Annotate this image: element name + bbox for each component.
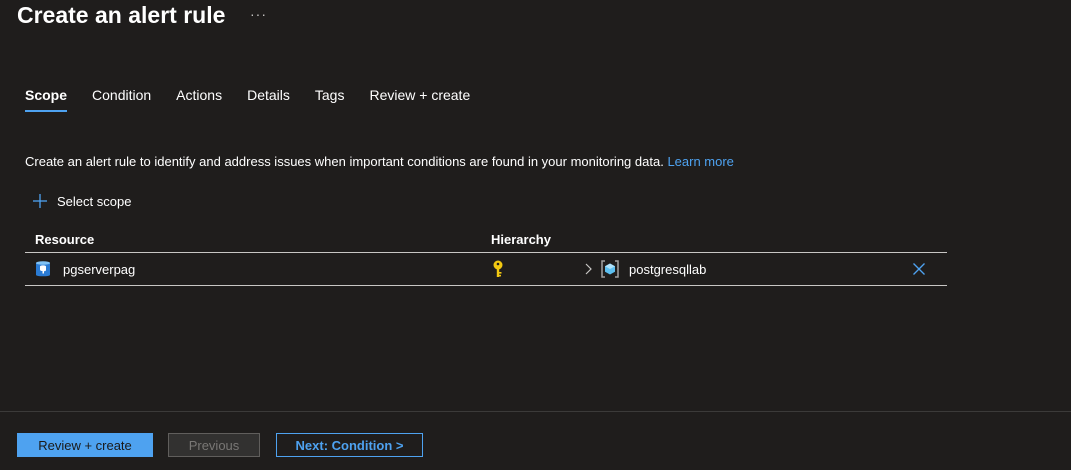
tab-details[interactable]: Details: [247, 87, 290, 112]
resource-group-name[interactable]: postgresqllab: [629, 262, 706, 277]
resource-cell: pgserverpag: [35, 260, 135, 278]
select-scope-button[interactable]: Select scope: [32, 193, 131, 209]
tab-condition[interactable]: Condition: [92, 87, 151, 112]
tab-bar: Scope Condition Actions Details Tags Rev…: [25, 87, 495, 112]
tab-tags[interactable]: Tags: [315, 87, 345, 112]
column-header-hierarchy: Hierarchy: [491, 232, 551, 247]
scope-description: Create an alert rule to identify and add…: [25, 154, 734, 169]
tab-scope[interactable]: Scope: [25, 87, 68, 112]
table-row: pgserverpag postgresqllab: [25, 253, 947, 286]
plus-icon: [33, 194, 47, 208]
learn-more-link[interactable]: Learn more: [667, 154, 733, 169]
footer-divider: [0, 411, 1071, 412]
more-options-icon[interactable]: ···: [250, 6, 267, 22]
scope-description-text: Create an alert rule to identify and add…: [25, 154, 664, 169]
scope-table: Resource Hierarchy pgserverpag postgresq…: [25, 226, 947, 286]
table-header: Resource Hierarchy: [25, 226, 947, 253]
resource-group-icon: [601, 260, 619, 278]
review-create-button[interactable]: Review + create: [17, 433, 153, 457]
tab-actions[interactable]: Actions: [176, 87, 222, 112]
chevron-right-icon: [585, 263, 592, 275]
resource-name: pgserverpag: [63, 261, 136, 277]
remove-icon[interactable]: [912, 262, 926, 276]
postgresql-server-icon: [36, 261, 50, 277]
previous-button[interactable]: Previous: [168, 433, 260, 457]
next-condition-button[interactable]: Next: Condition >: [276, 433, 423, 457]
page-title: Create an alert rule: [17, 2, 226, 28]
select-scope-label: Select scope: [57, 193, 132, 209]
hierarchy-cell: postgresqllab: [491, 260, 706, 278]
column-header-resource: Resource: [35, 232, 95, 247]
key-icon: [493, 260, 503, 277]
tab-review-create[interactable]: Review + create: [369, 87, 470, 112]
